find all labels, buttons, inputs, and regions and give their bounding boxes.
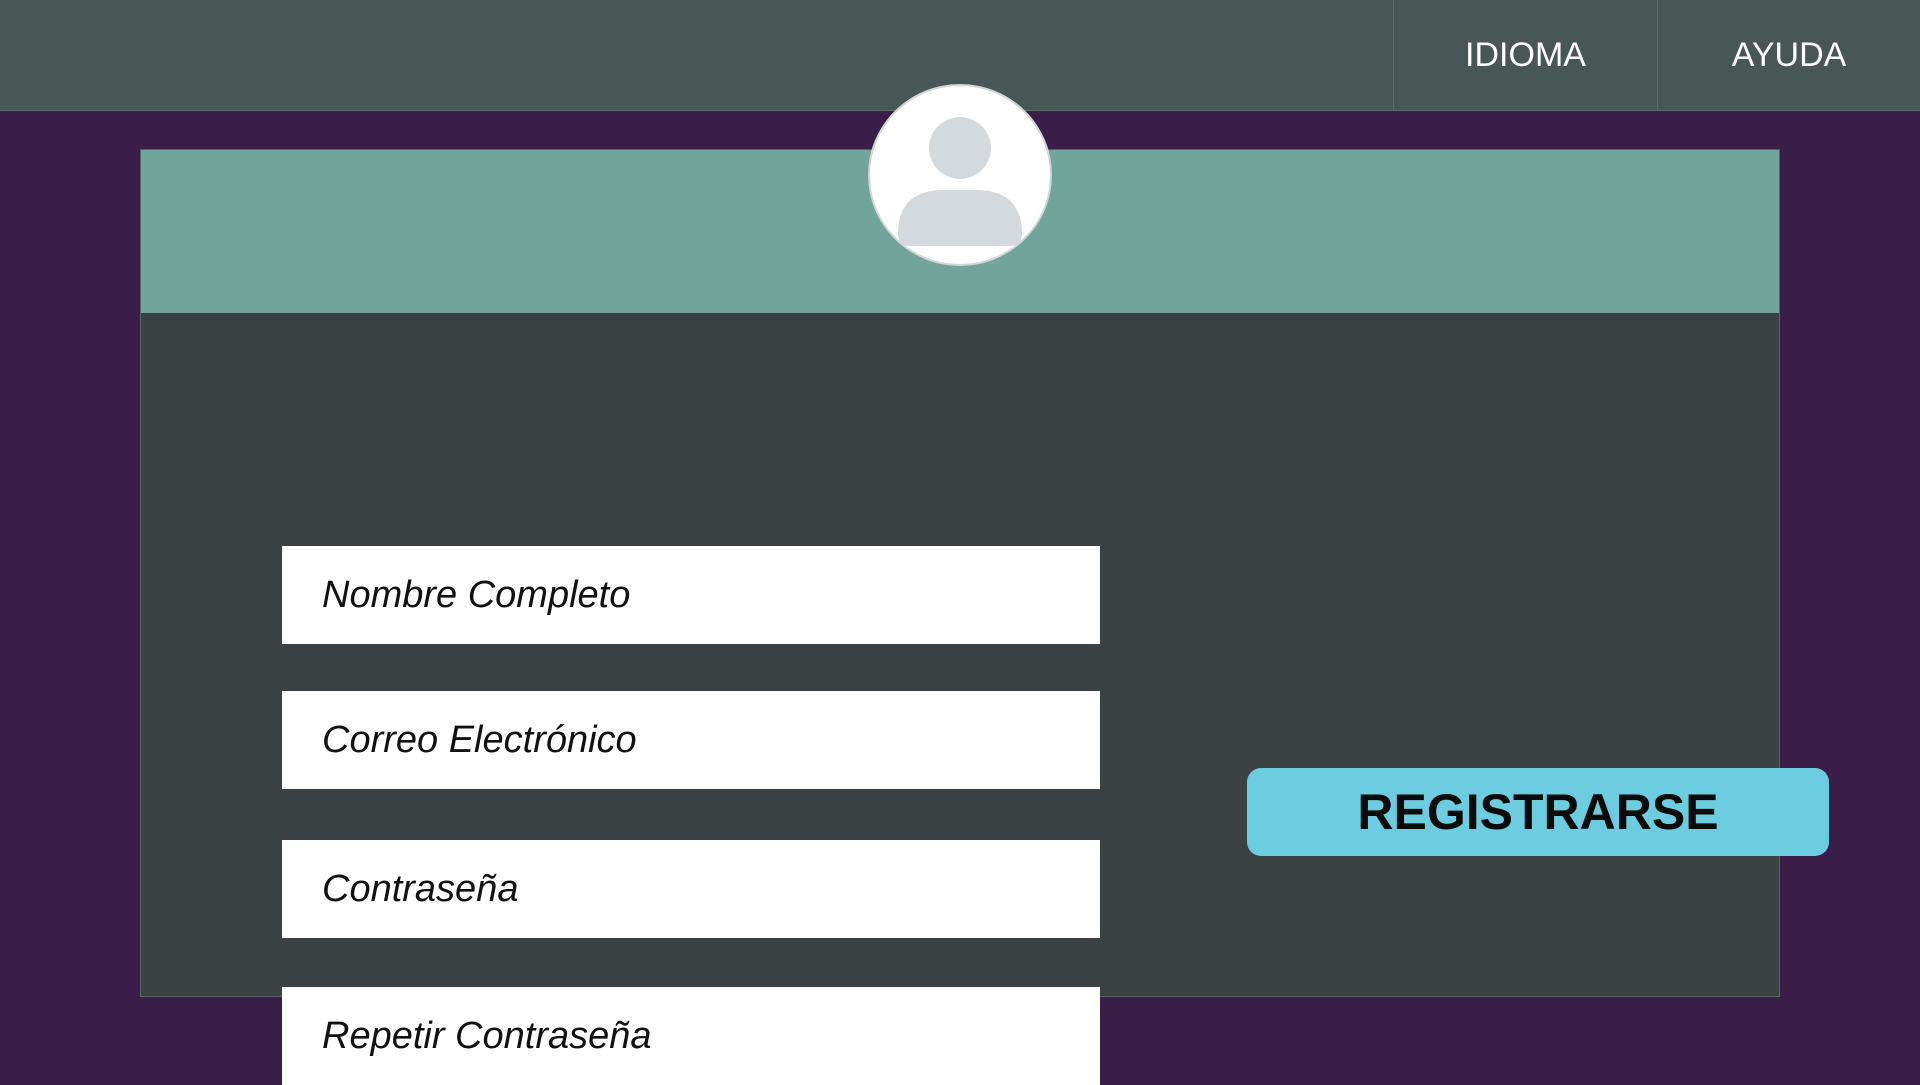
full-name-field[interactable]: Nombre Completo — [282, 546, 1100, 644]
repeat-password-placeholder: Repetir Contraseña — [322, 1014, 652, 1057]
registration-card: Nombre Completo Correo Electrónico Contr… — [140, 149, 1829, 1085]
email-field[interactable]: Correo Electrónico — [282, 691, 1100, 789]
avatar[interactable] — [868, 84, 1052, 266]
register-button-label: REGISTRARSE — [1357, 784, 1719, 840]
email-placeholder: Correo Electrónico — [322, 718, 637, 761]
password-field[interactable]: Contraseña — [282, 840, 1100, 938]
full-name-placeholder: Nombre Completo — [322, 573, 631, 616]
password-placeholder: Contraseña — [322, 867, 519, 910]
nav-language-label: IDIOMA — [1465, 36, 1586, 74]
repeat-password-field[interactable]: Repetir Contraseña — [282, 987, 1100, 1085]
nav-help-label: AYUDA — [1731, 36, 1847, 74]
nav-language-button[interactable]: IDIOMA — [1393, 0, 1657, 111]
nav-help-button[interactable]: AYUDA — [1657, 0, 1920, 111]
register-button[interactable]: REGISTRARSE — [1247, 768, 1829, 856]
user-placeholder-icon — [898, 117, 1022, 246]
